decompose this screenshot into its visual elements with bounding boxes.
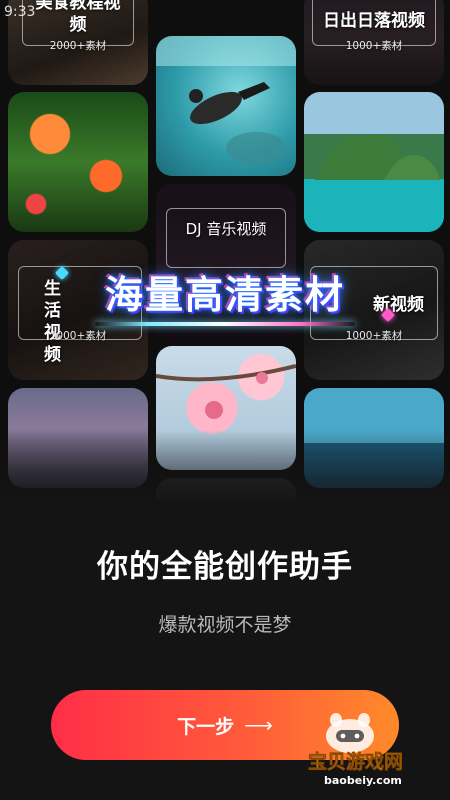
- tile-sunrise-sunset[interactable]: 日出日落视频 1000+素材: [304, 0, 444, 85]
- page-headline: 你的全能创作助手: [97, 549, 353, 585]
- tile-title: 日出日落视频: [323, 11, 425, 31]
- tile-count: 1000+素材: [345, 40, 403, 52]
- template-collage: 美食教程视频 2000+素材 日出日落视频 1000+素材 DJ 音乐视频 生活…: [0, 0, 450, 500]
- arrow-right-icon: ⟶: [244, 714, 273, 737]
- banner-glow-line: [95, 322, 355, 326]
- tile-count: 2000+素材: [49, 40, 107, 52]
- site-watermark: 宝贝游戏网 baobeiy.com: [300, 708, 445, 788]
- watermark-logo: 宝贝游戏网 baobeiy.com: [308, 713, 403, 787]
- collage-fade: [0, 430, 450, 500]
- tile-island-photo[interactable]: [304, 92, 444, 232]
- watermark-title: 宝贝游戏网: [308, 750, 403, 773]
- tile-diver-photo[interactable]: [156, 36, 296, 176]
- page-subheadline: 爆款视频不是梦: [158, 614, 292, 636]
- status-bar-time: 9:33: [4, 4, 36, 20]
- banner-title: 海量高清素材: [104, 273, 345, 317]
- promo-banner: 海量高清素材: [54, 262, 396, 342]
- watermark-url: baobeiy.com: [324, 774, 402, 787]
- island-illustration: [304, 134, 444, 232]
- tile-flowers-photo[interactable]: [8, 92, 148, 232]
- next-button-label: 下一步: [177, 716, 235, 738]
- diver-illustration: [156, 36, 296, 164]
- tile-title: DJ 音乐视频: [185, 220, 267, 238]
